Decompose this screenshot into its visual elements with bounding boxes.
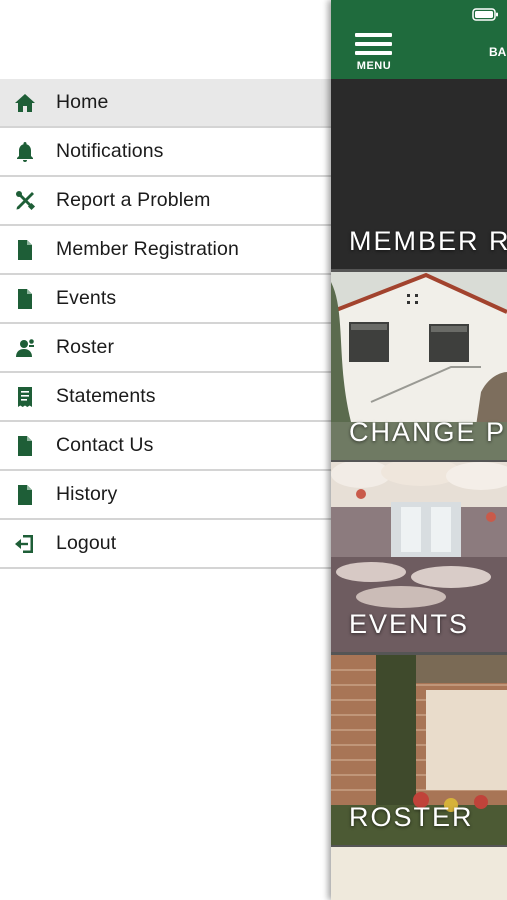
drawer-item-label: Home — [56, 91, 109, 113]
person-icon — [13, 336, 37, 360]
drawer-item-label: Member Registration — [56, 238, 239, 260]
tile-label: MEMBER R — [349, 226, 507, 256]
drawer-item-label: Report a Problem — [56, 189, 211, 211]
navigation-drawer: Home Notifications Report a Problem Memb… — [0, 0, 331, 900]
tile-member-registration[interactable]: MEMBER R — [331, 79, 507, 269]
menu-button[interactable]: MENU — [353, 33, 395, 75]
tile-partial[interactable] — [331, 847, 507, 900]
tools-icon — [13, 189, 37, 213]
home-icon — [13, 91, 37, 115]
tile-roster[interactable]: ROSTER — [331, 655, 507, 845]
drawer-item-label: Contact Us — [56, 434, 154, 456]
hamburger-icon — [355, 33, 392, 37]
document-icon — [13, 483, 37, 507]
drawer-item-label: History — [56, 483, 118, 505]
tile-change-password[interactable]: CHANGE P — [331, 272, 507, 460]
logout-icon — [13, 532, 37, 556]
document-icon — [13, 287, 37, 311]
document-icon — [13, 434, 37, 458]
drawer-item-events[interactable]: Events — [0, 275, 331, 324]
drawer-item-logout[interactable]: Logout — [0, 520, 331, 569]
tile-label: EVENTS — [349, 609, 470, 639]
header-title: BA — [489, 45, 507, 59]
drawer-item-roster[interactable]: Roster — [0, 324, 331, 373]
tile-label: ROSTER — [349, 802, 474, 832]
drawer-item-label: Roster — [56, 336, 115, 358]
hamburger-line — [355, 51, 392, 55]
battery-icon — [472, 8, 498, 21]
tile-label: CHANGE P — [349, 417, 507, 447]
drawer-item-label: Logout — [56, 532, 117, 554]
drawer-item-label: Statements — [56, 385, 156, 407]
drawer-item-contact-us[interactable]: Contact Us — [0, 422, 331, 471]
bell-icon — [13, 140, 37, 164]
app-main-panel: MENU BA MEMBER R CHANGE P EVENTS ROSTER — [331, 0, 507, 900]
drawer-item-notifications[interactable]: Notifications — [0, 128, 331, 177]
drawer-item-home[interactable]: Home — [0, 79, 331, 128]
menu-button-label: MENU — [356, 60, 392, 72]
drawer-item-label: Events — [56, 287, 117, 309]
hamburger-line — [355, 42, 392, 46]
statement-icon — [13, 385, 37, 409]
app-header-bar: MENU BA — [331, 0, 507, 79]
tile-events[interactable]: EVENTS — [331, 462, 507, 652]
drawer-item-member-registration[interactable]: Member Registration — [0, 226, 331, 275]
drawer-item-statements[interactable]: Statements — [0, 373, 331, 422]
drawer-item-label: Notifications — [56, 140, 164, 162]
drawer-menu-list: Home Notifications Report a Problem Memb… — [0, 79, 331, 569]
drawer-item-report-a-problem[interactable]: Report a Problem — [0, 177, 331, 226]
drawer-item-history[interactable]: History — [0, 471, 331, 520]
document-icon — [13, 238, 37, 262]
